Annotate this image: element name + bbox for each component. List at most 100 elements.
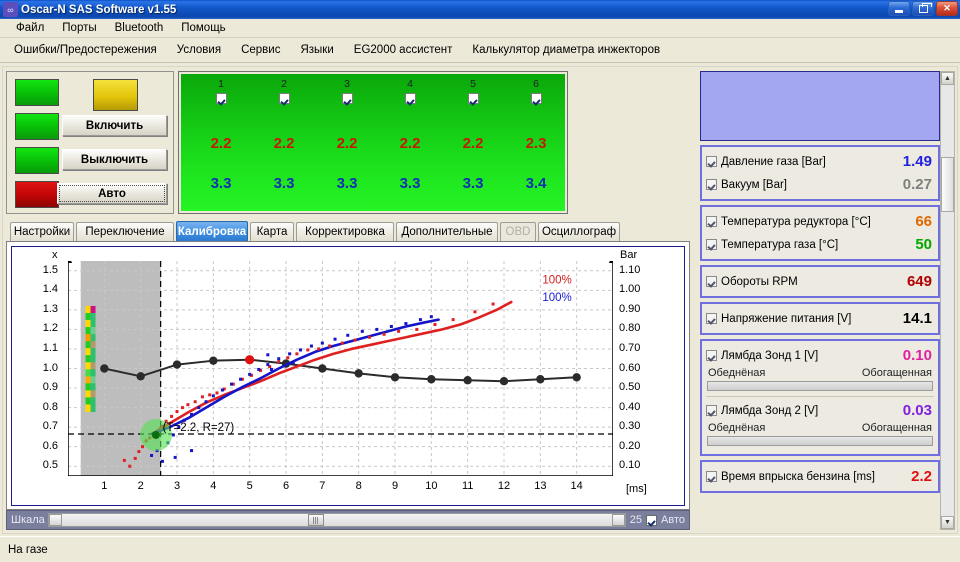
minimize-button[interactable] (888, 1, 910, 16)
chart-active-point[interactable] (245, 355, 255, 365)
cylinder-checkbox[interactable] (404, 93, 416, 104)
chart-scatter-point (397, 329, 401, 333)
tab-настройки[interactable]: Настройки (10, 222, 74, 241)
cylinder-checkbox[interactable] (215, 93, 227, 104)
sensor-group-injection: Время впрыска бензина [ms] 2.2 (700, 460, 940, 493)
chart-cursor-center (151, 430, 160, 439)
tab-корректировка[interactable]: Корректировка (296, 222, 394, 241)
lambda-bar (707, 381, 933, 391)
status-lamp-2 (15, 113, 59, 140)
cylinder-gas-time: 3.3 (210, 175, 232, 192)
chart-scatter-point (140, 445, 144, 449)
chart-scatter-point (368, 335, 372, 339)
lambda-rich-label: Обогащенная (861, 367, 932, 379)
sensor-sidebar: Давление газа [Bar] 1.49 Вакуум [Bar] 0.27 Т… (700, 71, 940, 530)
disable-button[interactable]: Выключить (62, 149, 167, 170)
toolbar-item-errors[interactable]: Ошибки/Предостережения (4, 42, 167, 58)
scroll-up-arrow[interactable]: ▲ (941, 72, 954, 85)
y-tick-left: 1.5 (42, 263, 58, 276)
toolbar-item-injector-calculator[interactable]: Калькулятор диаметра инжекторов (462, 42, 670, 58)
chart-scatter-point (451, 318, 455, 322)
cylinder-checkbox[interactable] (278, 93, 290, 104)
chart-data-point (499, 377, 509, 386)
sidebar-scrollbar[interactable]: ▲ ▼ (940, 71, 955, 530)
chart-scatter-point (180, 406, 184, 410)
chart-scatter-point (299, 348, 303, 352)
sensor-checkbox[interactable] (706, 239, 717, 250)
tab-калибровка[interactable]: Калибровка (176, 221, 248, 242)
cylinder-checkbox[interactable] (341, 93, 353, 104)
cylinder-checkbox[interactable] (530, 93, 542, 104)
sensor-value: 50 (915, 236, 932, 253)
level-bar-left-segment (85, 355, 91, 363)
chart-scatter-point (288, 352, 292, 356)
sensor-value: 2.2 (911, 468, 932, 485)
level-bar-right-segment (90, 369, 96, 377)
scroll-down-arrow[interactable]: ▼ (941, 516, 954, 529)
scale-slider-thumb[interactable] (307, 514, 324, 526)
tab-осциллограф[interactable]: Осциллограф (538, 222, 620, 241)
toolbar-item-conditions[interactable]: Условия (167, 42, 231, 58)
toolbar-item-eg2000-assistant[interactable]: EG2000 ассистент (344, 42, 463, 58)
menu-item-ports[interactable]: Порты (53, 20, 105, 36)
level-bar-left-segment (85, 383, 91, 391)
toolbar-item-service[interactable]: Сервис (231, 42, 290, 58)
sensor-checkbox[interactable] (706, 405, 717, 416)
sensor-checkbox[interactable] (706, 350, 717, 361)
chart-data-point (463, 376, 472, 385)
chart-scatter-point (266, 363, 270, 367)
y-tick-right: 0.80 (619, 322, 641, 335)
level-bar-right-segment (90, 334, 96, 342)
sensor-row-temperature-0: Температура редуктора [°C] 66 (706, 210, 934, 233)
y-tick-left: 1.0 (42, 361, 58, 374)
y-tick-left: 0.8 (42, 400, 58, 413)
sensor-checkbox[interactable] (706, 313, 717, 324)
x-tick: 4 (210, 480, 217, 492)
cylinder-petrol-time: 2.2 (273, 135, 295, 152)
auto-button[interactable]: Авто (57, 183, 167, 204)
menu-item-file[interactable]: Файл (7, 20, 53, 36)
sensor-checkbox[interactable] (706, 156, 717, 167)
scale-slider-track[interactable] (47, 513, 626, 527)
scroll-thumb[interactable] (941, 157, 954, 212)
scale-auto-checkbox[interactable] (646, 514, 658, 526)
chart-data-point (100, 364, 109, 373)
status-lamp-4 (15, 181, 59, 208)
toolbar-item-languages[interactable]: Языки (290, 42, 343, 58)
sensor-checkbox[interactable] (706, 216, 717, 227)
y-tick-right: 1.00 (619, 283, 641, 296)
chart-scatter-point (320, 341, 324, 345)
chart-scatter-point (429, 315, 433, 319)
chart-data-point (136, 372, 145, 381)
lambda-scale-labels: Обеднёная Обогащенная (706, 422, 934, 434)
close-button[interactable]: ✕ (936, 1, 958, 16)
cylinder-checkbox[interactable] (467, 93, 479, 104)
tab-карта[interactable]: Карта (250, 222, 294, 241)
menu-item-bluetooth[interactable]: Bluetooth (106, 20, 173, 36)
sensor-checkbox[interactable] (706, 471, 717, 482)
tab-переключение[interactable]: Переключение (76, 222, 174, 241)
x-tick: 8 (355, 480, 362, 492)
level-bar-left-segment (85, 327, 91, 335)
menu-item-help[interactable]: Помощь (172, 20, 234, 36)
level-bar-right-segment (90, 383, 96, 391)
tab-дополнительные[interactable]: Дополнительные (396, 222, 498, 241)
cylinder-number: 3 (344, 78, 350, 90)
sensor-checkbox[interactable] (706, 179, 717, 190)
cylinder-panel: 1 2.2 3.3 2 2.2 3.3 3 2.2 3.3 4 2.2 3.3 5 2.2 3.3 6 2.3 3… (178, 71, 568, 214)
cylinder-petrol-time: 2.2 (210, 135, 232, 152)
enable-button[interactable]: Включить (62, 115, 167, 136)
chart-plot-area[interactable]: (T=2.2, R=27) 100% 100% (68, 261, 613, 476)
chart-scatter-point (473, 310, 477, 314)
chart-scatter-point (309, 344, 313, 348)
x-tick: 3 (173, 480, 181, 492)
chart-scatter-point (389, 324, 393, 328)
chart-scatter-point (353, 338, 357, 342)
chart-scatter-point (360, 329, 364, 333)
chart-scatter-point (491, 302, 495, 306)
restore-button[interactable] (912, 1, 934, 16)
scale-slider-left-arrow[interactable] (48, 514, 62, 526)
scale-slider-right-arrow[interactable] (611, 514, 625, 526)
chart-scatter-point (418, 318, 422, 322)
sensor-checkbox[interactable] (706, 276, 717, 287)
